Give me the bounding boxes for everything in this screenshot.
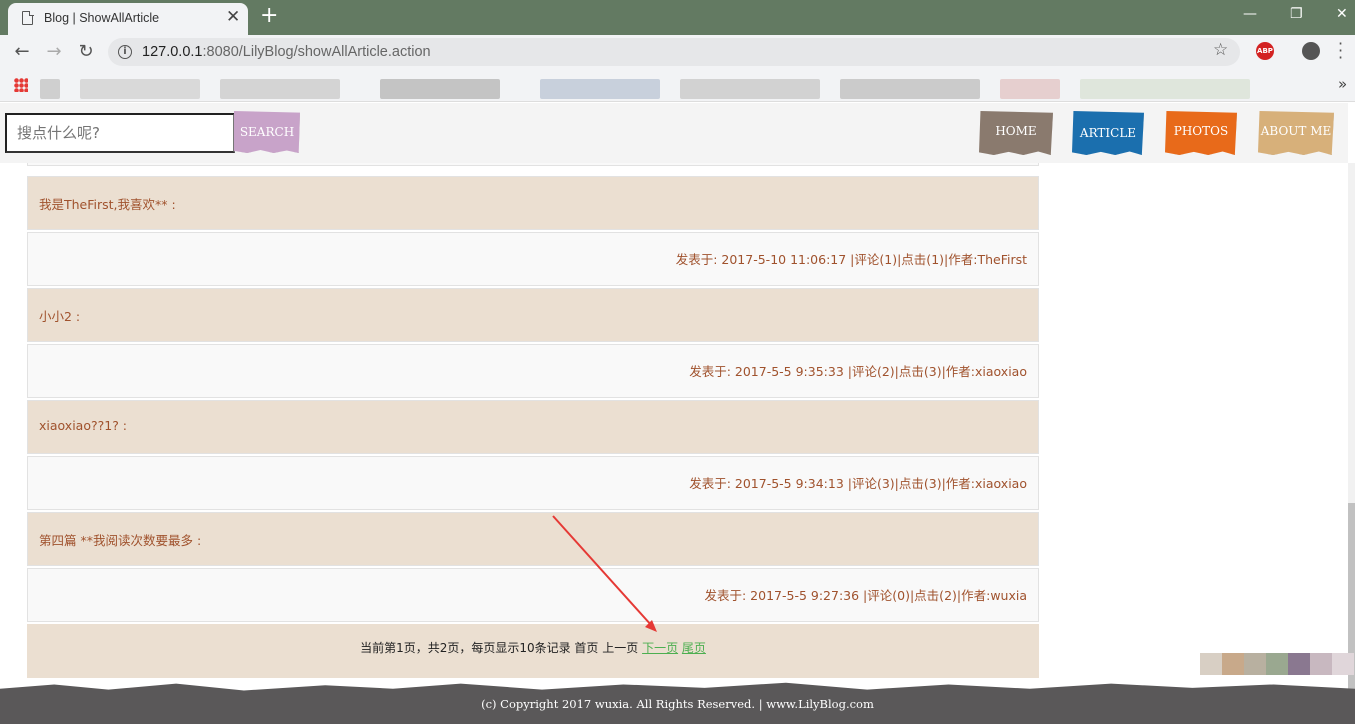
article-meta: 发表于: 2017-5-10 11:06:17 |评论(1)|点击(1)|作者:… — [675, 252, 1027, 267]
browser-tabbar: Blog | ShowAllArticle ✕ + — ❐ ✕ — [0, 0, 1355, 35]
forward-icon[interactable]: → — [40, 39, 68, 65]
article-meta-row: 发表于: 2017-5-5 9:34:13 |评论(3)|点击(3)|作者:xi… — [27, 456, 1039, 510]
new-tab-icon[interactable]: + — [260, 4, 278, 28]
search-button[interactable]: SEARCH — [234, 111, 300, 153]
bookmark-item[interactable] — [840, 79, 980, 99]
article-title[interactable]: 我是TheFirst,我喜欢** : — [39, 194, 176, 213]
nav-article-button[interactable]: ARTICLE — [1072, 111, 1144, 155]
bookmark-item[interactable] — [1000, 79, 1060, 99]
blurred-widget — [1288, 653, 1310, 675]
tab-title: Blog | ShowAllArticle — [44, 11, 160, 25]
account-icon[interactable] — [1302, 42, 1320, 60]
bookmark-item[interactable] — [40, 79, 60, 99]
bookmark-item[interactable] — [1080, 79, 1250, 99]
bookmark-item[interactable] — [80, 79, 200, 99]
nav-photos-button[interactable]: PHOTOS — [1165, 111, 1237, 155]
more-bookmarks-icon[interactable]: » — [1338, 75, 1347, 93]
menu-dots-icon[interactable]: · · · — [1338, 36, 1343, 66]
bookmark-star-icon[interactable]: ☆ — [1213, 40, 1228, 60]
reload-icon[interactable]: ↻ — [72, 39, 100, 65]
article-title[interactable]: 第四篇 **我阅读次数要最多 : — [39, 530, 201, 549]
browser-toolbar: ← → ↻ i 127.0.0.1:8080/LilyBlog/showAllA… — [0, 35, 1355, 69]
search-input[interactable] — [5, 113, 235, 153]
address-bar[interactable]: i 127.0.0.1:8080/LilyBlog/showAllArticle… — [108, 38, 1240, 66]
article-meta: 发表于: 2017-5-5 9:27:36 |评论(0)|点击(2)|作者:wu… — [704, 588, 1028, 603]
bookmark-item[interactable] — [380, 79, 500, 99]
site-footer: (c) Copyright 2017 wuxia. All Rights Res… — [0, 682, 1355, 724]
browser-tab[interactable]: Blog | ShowAllArticle ✕ — [8, 3, 248, 35]
article-title[interactable]: xiaoxiao??1? : — [39, 418, 127, 433]
close-tab-icon[interactable]: ✕ — [226, 7, 240, 27]
article-title-row[interactable]: 小小2 : — [27, 288, 1039, 342]
blurred-widget — [1310, 653, 1332, 675]
close-window-icon[interactable]: ✕ — [1336, 4, 1348, 24]
nav-home-button[interactable]: HOME — [979, 111, 1053, 155]
bookmark-item[interactable] — [680, 79, 820, 99]
blurred-widget — [1200, 653, 1222, 675]
pagination-info: 当前第1页，共2页，每页显示10条记录 首页 上一页 — [360, 641, 639, 655]
bookmark-item[interactable] — [220, 79, 340, 99]
article-meta-row: 发表于: 2017-5-5 9:35:33 |评论(2)|点击(3)|作者:xi… — [27, 344, 1039, 398]
article-title-row[interactable]: 第四篇 **我阅读次数要最多 : — [27, 512, 1039, 566]
article-meta: 发表于: 2017-5-5 9:34:13 |评论(3)|点击(3)|作者:xi… — [689, 476, 1027, 491]
minimize-icon[interactable]: — — [1243, 4, 1257, 24]
article-meta: 发表于: 2017-5-5 9:35:33 |评论(2)|点击(3)|作者:xi… — [689, 364, 1027, 379]
url-text: 127.0.0.1:8080/LilyBlog/showAllArticle.a… — [142, 44, 431, 60]
article-meta-row: 发表于: 2017-5-5 9:27:36 |评论(0)|点击(2)|作者:wu… — [27, 568, 1039, 622]
back-icon[interactable]: ← — [8, 39, 36, 65]
blurred-widget — [1222, 653, 1244, 675]
copyright-text: (c) Copyright 2017 wuxia. All Rights Res… — [481, 697, 874, 711]
article-title-row[interactable]: 我是TheFirst,我喜欢** : — [27, 176, 1039, 230]
info-icon[interactable]: i — [118, 45, 132, 59]
blurred-widget — [1332, 653, 1354, 675]
nav-about-button[interactable]: ABOUT ME — [1258, 111, 1334, 155]
adblock-icon[interactable]: ABP — [1256, 42, 1274, 60]
next-page-link[interactable]: 下一页 — [642, 641, 678, 655]
blurred-widget — [1244, 653, 1266, 675]
restore-icon[interactable]: ❐ — [1290, 4, 1303, 24]
last-page-link[interactable]: 尾页 — [682, 641, 706, 655]
page-viewport: SEARCH HOME ARTICLE PHOTOS ABOUT ME 我是Th… — [0, 103, 1355, 724]
site-header: SEARCH HOME ARTICLE PHOTOS ABOUT ME — [0, 103, 1348, 163]
apps-icon[interactable] — [14, 78, 28, 92]
blurred-widget — [1266, 653, 1288, 675]
bookmark-item[interactable] — [540, 79, 660, 99]
page-icon — [22, 10, 34, 25]
article-meta-row: 发表于: 2017-5-10 11:06:17 |评论(1)|点击(1)|作者:… — [27, 232, 1039, 286]
bookmarks-bar: » — [0, 69, 1355, 102]
article-title[interactable]: 小小2 : — [39, 306, 80, 325]
pagination: 当前第1页，共2页，每页显示10条记录 首页 上一页 下一页 尾页 — [27, 624, 1039, 678]
article-title-row[interactable]: xiaoxiao??1? : — [27, 400, 1039, 454]
scrollbar[interactable] — [1348, 163, 1355, 724]
